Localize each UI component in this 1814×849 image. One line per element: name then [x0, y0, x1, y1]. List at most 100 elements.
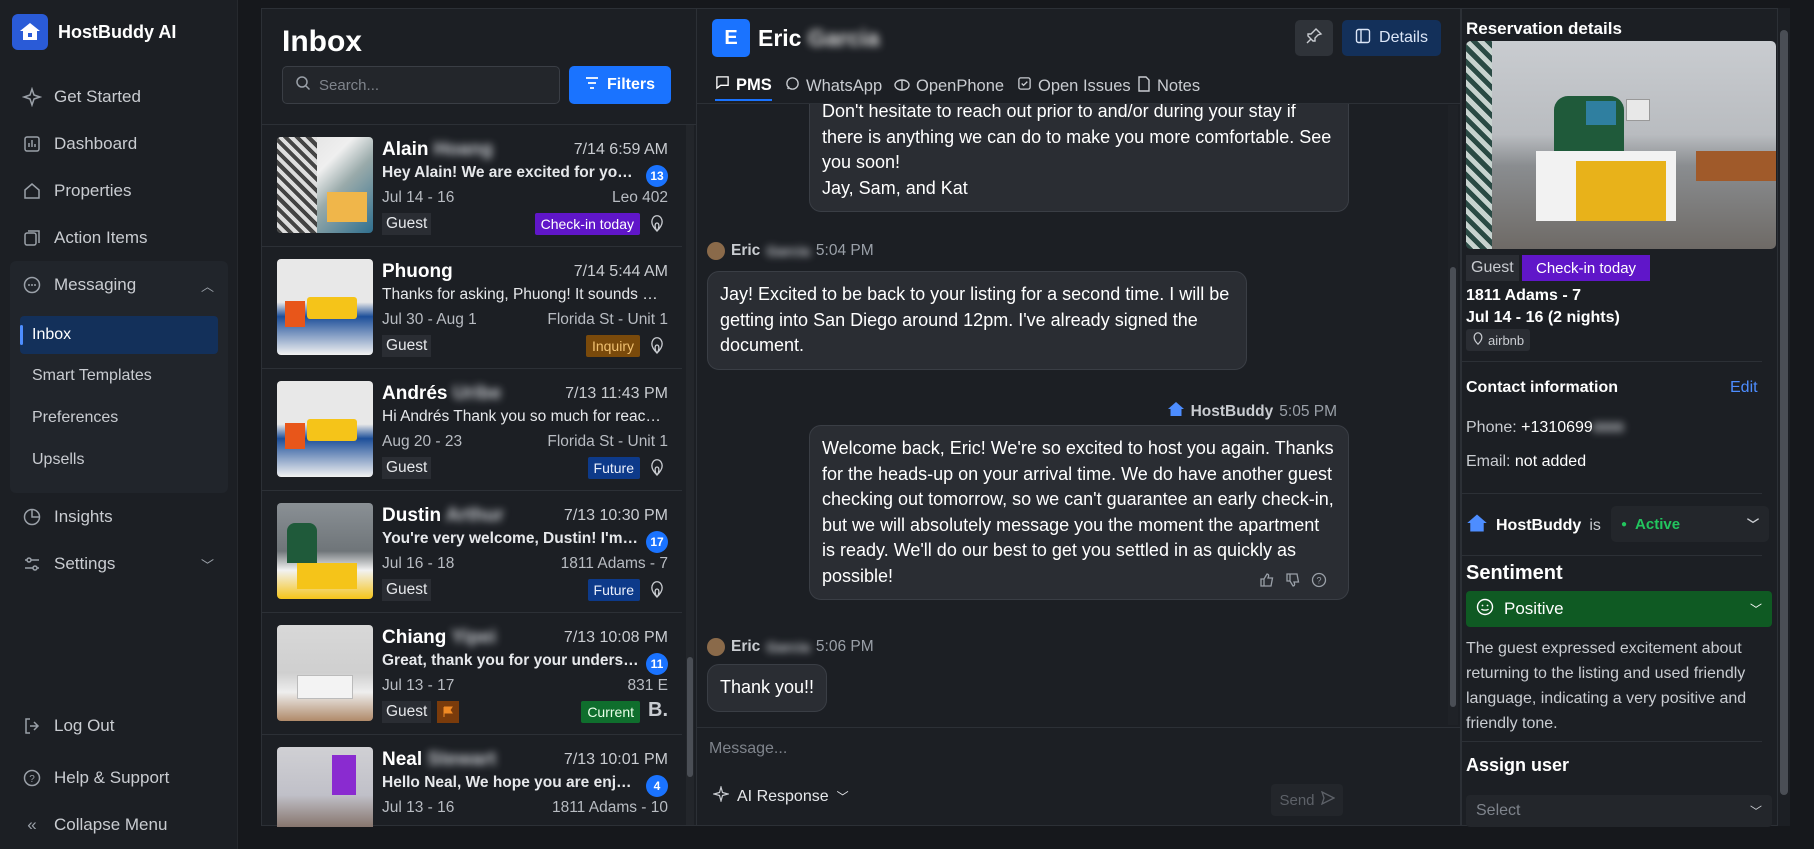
- feedback-actions: ?: [1259, 572, 1327, 593]
- send-button[interactable]: Send: [1271, 784, 1343, 816]
- property-thumbnail: [277, 747, 373, 827]
- nav-messaging[interactable]: Messaging ︿: [18, 265, 228, 305]
- edit-link[interactable]: Edit: [1730, 379, 1758, 397]
- tab-pms[interactable]: PMS: [715, 71, 772, 101]
- nav-help[interactable]: ? Help & Support: [18, 758, 228, 798]
- message-preview: Hi Andrés Thank you so much for reaching…: [382, 408, 662, 425]
- sub-preferences[interactable]: Preferences: [20, 399, 218, 437]
- tab-whatsapp[interactable]: WhatsApp: [785, 71, 882, 101]
- message-meta: Eric Garcia 5:06 PM: [707, 638, 874, 656]
- thumbs-up-icon[interactable]: [1259, 572, 1275, 593]
- tab-open-issues[interactable]: Open Issues: [1017, 71, 1131, 101]
- phone-value: +1310699: [1521, 419, 1593, 436]
- nav-action-items[interactable]: Action Items: [18, 218, 228, 258]
- redacted-surname: Garcia: [807, 25, 880, 51]
- search-placeholder: Search...: [319, 76, 380, 94]
- status-badge: Check-in today: [534, 213, 640, 235]
- conversation-item[interactable]: Neal Stewart 7/13 10:01 PM Hello Neal, W…: [262, 735, 682, 827]
- chat-scroll-thumb[interactable]: [1450, 267, 1456, 707]
- nav-collapse[interactable]: « Collapse Menu: [18, 805, 228, 845]
- redacted-surname: Stewart: [427, 749, 497, 770]
- reservation-property: 1811 Adams - 7: [1466, 287, 1582, 304]
- timestamp: 7/13 10:30 PM: [563, 507, 668, 524]
- guest-avatar: E: [712, 19, 750, 57]
- filter-icon: [585, 76, 599, 94]
- sentiment-title: Sentiment: [1466, 562, 1563, 584]
- details-scroll-thumb[interactable]: [1780, 30, 1788, 795]
- status-badge: Future: [587, 457, 640, 479]
- hostbuddy-status-row: HostBuddy is: [1466, 513, 1601, 538]
- sub-label: Preferences: [32, 409, 119, 426]
- timestamp: 7/14 6:59 AM: [573, 141, 668, 158]
- thumbs-down-icon[interactable]: [1285, 572, 1301, 593]
- search-input[interactable]: Search...: [282, 66, 560, 104]
- nav-label: Insights: [54, 507, 113, 526]
- nav-log-out[interactable]: Log Out: [18, 706, 228, 746]
- nav-get-started[interactable]: Get Started: [18, 77, 228, 117]
- guest-first-name: Alain: [382, 139, 429, 160]
- nav-properties[interactable]: Properties: [18, 171, 228, 211]
- guest-name: Neal Stewart: [382, 749, 496, 771]
- flag-icon[interactable]: [437, 701, 459, 723]
- sentiment-select[interactable]: Positive ﹀: [1466, 591, 1772, 627]
- message-preview: Great, thank you for your understanding: [382, 652, 640, 669]
- tab-openphone[interactable]: OpenPhone: [894, 71, 1004, 101]
- status-badge: Future: [587, 579, 640, 601]
- inbox-title: Inbox: [282, 25, 362, 58]
- property-name: 1811 Adams - 10: [551, 799, 668, 816]
- guest-mini-avatar: [707, 242, 725, 260]
- sub-upsells[interactable]: Upsells: [20, 441, 218, 479]
- timestamp: 7/13 10:01 PM: [563, 751, 668, 768]
- stay-dates: Jul 14 - 16: [382, 189, 455, 206]
- details-button[interactable]: Details: [1342, 20, 1441, 56]
- property-thumbnail: [277, 259, 373, 355]
- tab-label: PMS: [736, 75, 772, 94]
- nav-label: Properties: [54, 181, 132, 200]
- nav-label: Action Items: [54, 228, 148, 247]
- hostbuddy-icon: [1167, 401, 1185, 422]
- ai-response-button[interactable]: AI Response ﹀: [711, 784, 849, 807]
- inbox-scroll-thumb[interactable]: [687, 657, 693, 777]
- message-preview: Hello Neal, We hope you are enjoying: [382, 774, 640, 791]
- message-input[interactable]: Message...: [709, 740, 1439, 758]
- contact-title: Contact information: [1466, 379, 1618, 396]
- sub-label: Inbox: [32, 326, 72, 343]
- tab-label: OpenPhone: [916, 76, 1005, 95]
- composer: Message... AI Response ﹀ Send: [697, 727, 1461, 827]
- conversation-item[interactable]: Andrés Uribe 7/13 11:43 PM Hi Andrés Tha…: [262, 369, 682, 491]
- active-dot-icon: ●: [1621, 518, 1628, 530]
- assign-placeholder: Select: [1476, 802, 1521, 819]
- pin-icon: [1305, 27, 1323, 50]
- status-badge: Inquiry: [585, 335, 640, 357]
- nav-settings[interactable]: Settings ﹀: [18, 544, 228, 584]
- conversation-item[interactable]: Chiang Yipei 7/13 10:08 PM Great, thank …: [262, 613, 682, 735]
- message-preview: You're very welcome, Dustin! I'm glad: [382, 530, 640, 547]
- logo[interactable]: HostBuddy AI: [12, 14, 176, 50]
- guest-tag: Guest: [382, 579, 432, 601]
- chat-panel: E Eric Garcia Details PMS WhatsApp OpenP…: [697, 8, 1461, 826]
- home-icon: [22, 181, 42, 201]
- guest-first-name: Chiang: [382, 627, 447, 648]
- redacted-surname: Yipei: [451, 627, 497, 648]
- nav-insights[interactable]: Insights: [18, 497, 228, 537]
- app-name: HostBuddy AI: [58, 21, 177, 42]
- help-circle-icon[interactable]: ?: [1311, 572, 1327, 593]
- filters-button[interactable]: Filters: [569, 66, 671, 104]
- conversation-item[interactable]: Dustin Arthur 7/13 10:30 PM You're very …: [262, 491, 682, 613]
- divider: [1462, 361, 1762, 362]
- conversation-item[interactable]: Alain Hoang 7/14 6:59 AM Hey Alain! We a…: [262, 125, 682, 247]
- nav-dashboard[interactable]: Dashboard: [18, 124, 228, 164]
- filters-label: Filters: [606, 76, 655, 93]
- pin-button[interactable]: [1295, 20, 1333, 56]
- tab-notes[interactable]: Notes: [1137, 71, 1200, 101]
- sub-inbox[interactable]: Inbox: [20, 316, 218, 354]
- guest-first-name: Andrés: [382, 383, 448, 404]
- sub-smart-templates[interactable]: Smart Templates: [20, 357, 218, 395]
- assign-user-select[interactable]: Select ﹀: [1466, 795, 1772, 827]
- tab-label: Notes: [1157, 76, 1201, 95]
- conversation-item[interactable]: Phuong 7/14 5:44 AM Thanks for asking, P…: [262, 247, 682, 369]
- redacted-surname: Hoang: [433, 139, 493, 160]
- svg-text:?: ?: [29, 774, 35, 785]
- hostbuddy-active-select[interactable]: ● Active ﹀: [1611, 506, 1769, 542]
- message-time: 5:06 PM: [815, 638, 874, 655]
